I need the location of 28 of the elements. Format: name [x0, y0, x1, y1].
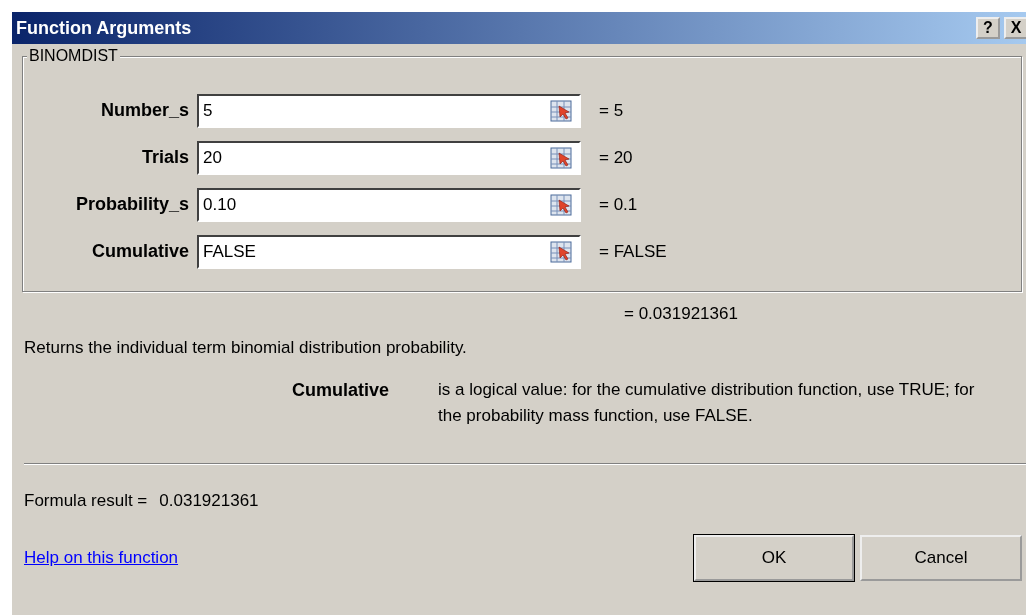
argument-label: Trials — [140, 147, 190, 168]
help-link[interactable]: Help on this function — [24, 548, 179, 568]
range-select-icon[interactable] — [549, 146, 573, 169]
argument-result: = 20 — [599, 147, 633, 168]
function-result: = 0.031921361 — [624, 304, 738, 323]
argument-result: = FALSE — [599, 241, 667, 262]
help-button[interactable]: ? — [976, 17, 1000, 39]
formula-result-value: 0.031921361 — [159, 491, 259, 511]
argument-label: Cumulative — [90, 241, 190, 262]
input-field[interactable]: FALSE — [197, 234, 581, 269]
function-description: Returns the individual term binomial distribution probability. — [24, 338, 468, 358]
ok-button[interactable]: OK — [694, 535, 854, 581]
close-button[interactable]: X — [1004, 17, 1026, 39]
window-title: Function Arguments — [16, 17, 192, 39]
argument-description: is a logical value: for the cumulative distribution function, use TRUE; for the probability mass function, use FALSE. — [438, 379, 976, 427]
argument-result: = 0.1 — [599, 194, 638, 215]
argument-name: Cumulative — [292, 380, 391, 402]
input-field[interactable]: 5 — [197, 93, 581, 128]
argument-result: = 5 — [599, 100, 624, 121]
range-select-icon[interactable] — [549, 240, 573, 263]
input-field[interactable]: 20 — [197, 140, 581, 175]
cancel-button[interactable]: Cancel — [860, 535, 1022, 581]
argument-label: Number_s — [99, 100, 190, 121]
input-field[interactable]: 0.10 — [197, 187, 581, 222]
range-select-icon[interactable] — [549, 193, 573, 216]
range-select-icon[interactable] — [549, 99, 573, 122]
argument-label: Probability_s — [74, 194, 190, 215]
formula-result-label: Formula result = — [24, 491, 148, 511]
